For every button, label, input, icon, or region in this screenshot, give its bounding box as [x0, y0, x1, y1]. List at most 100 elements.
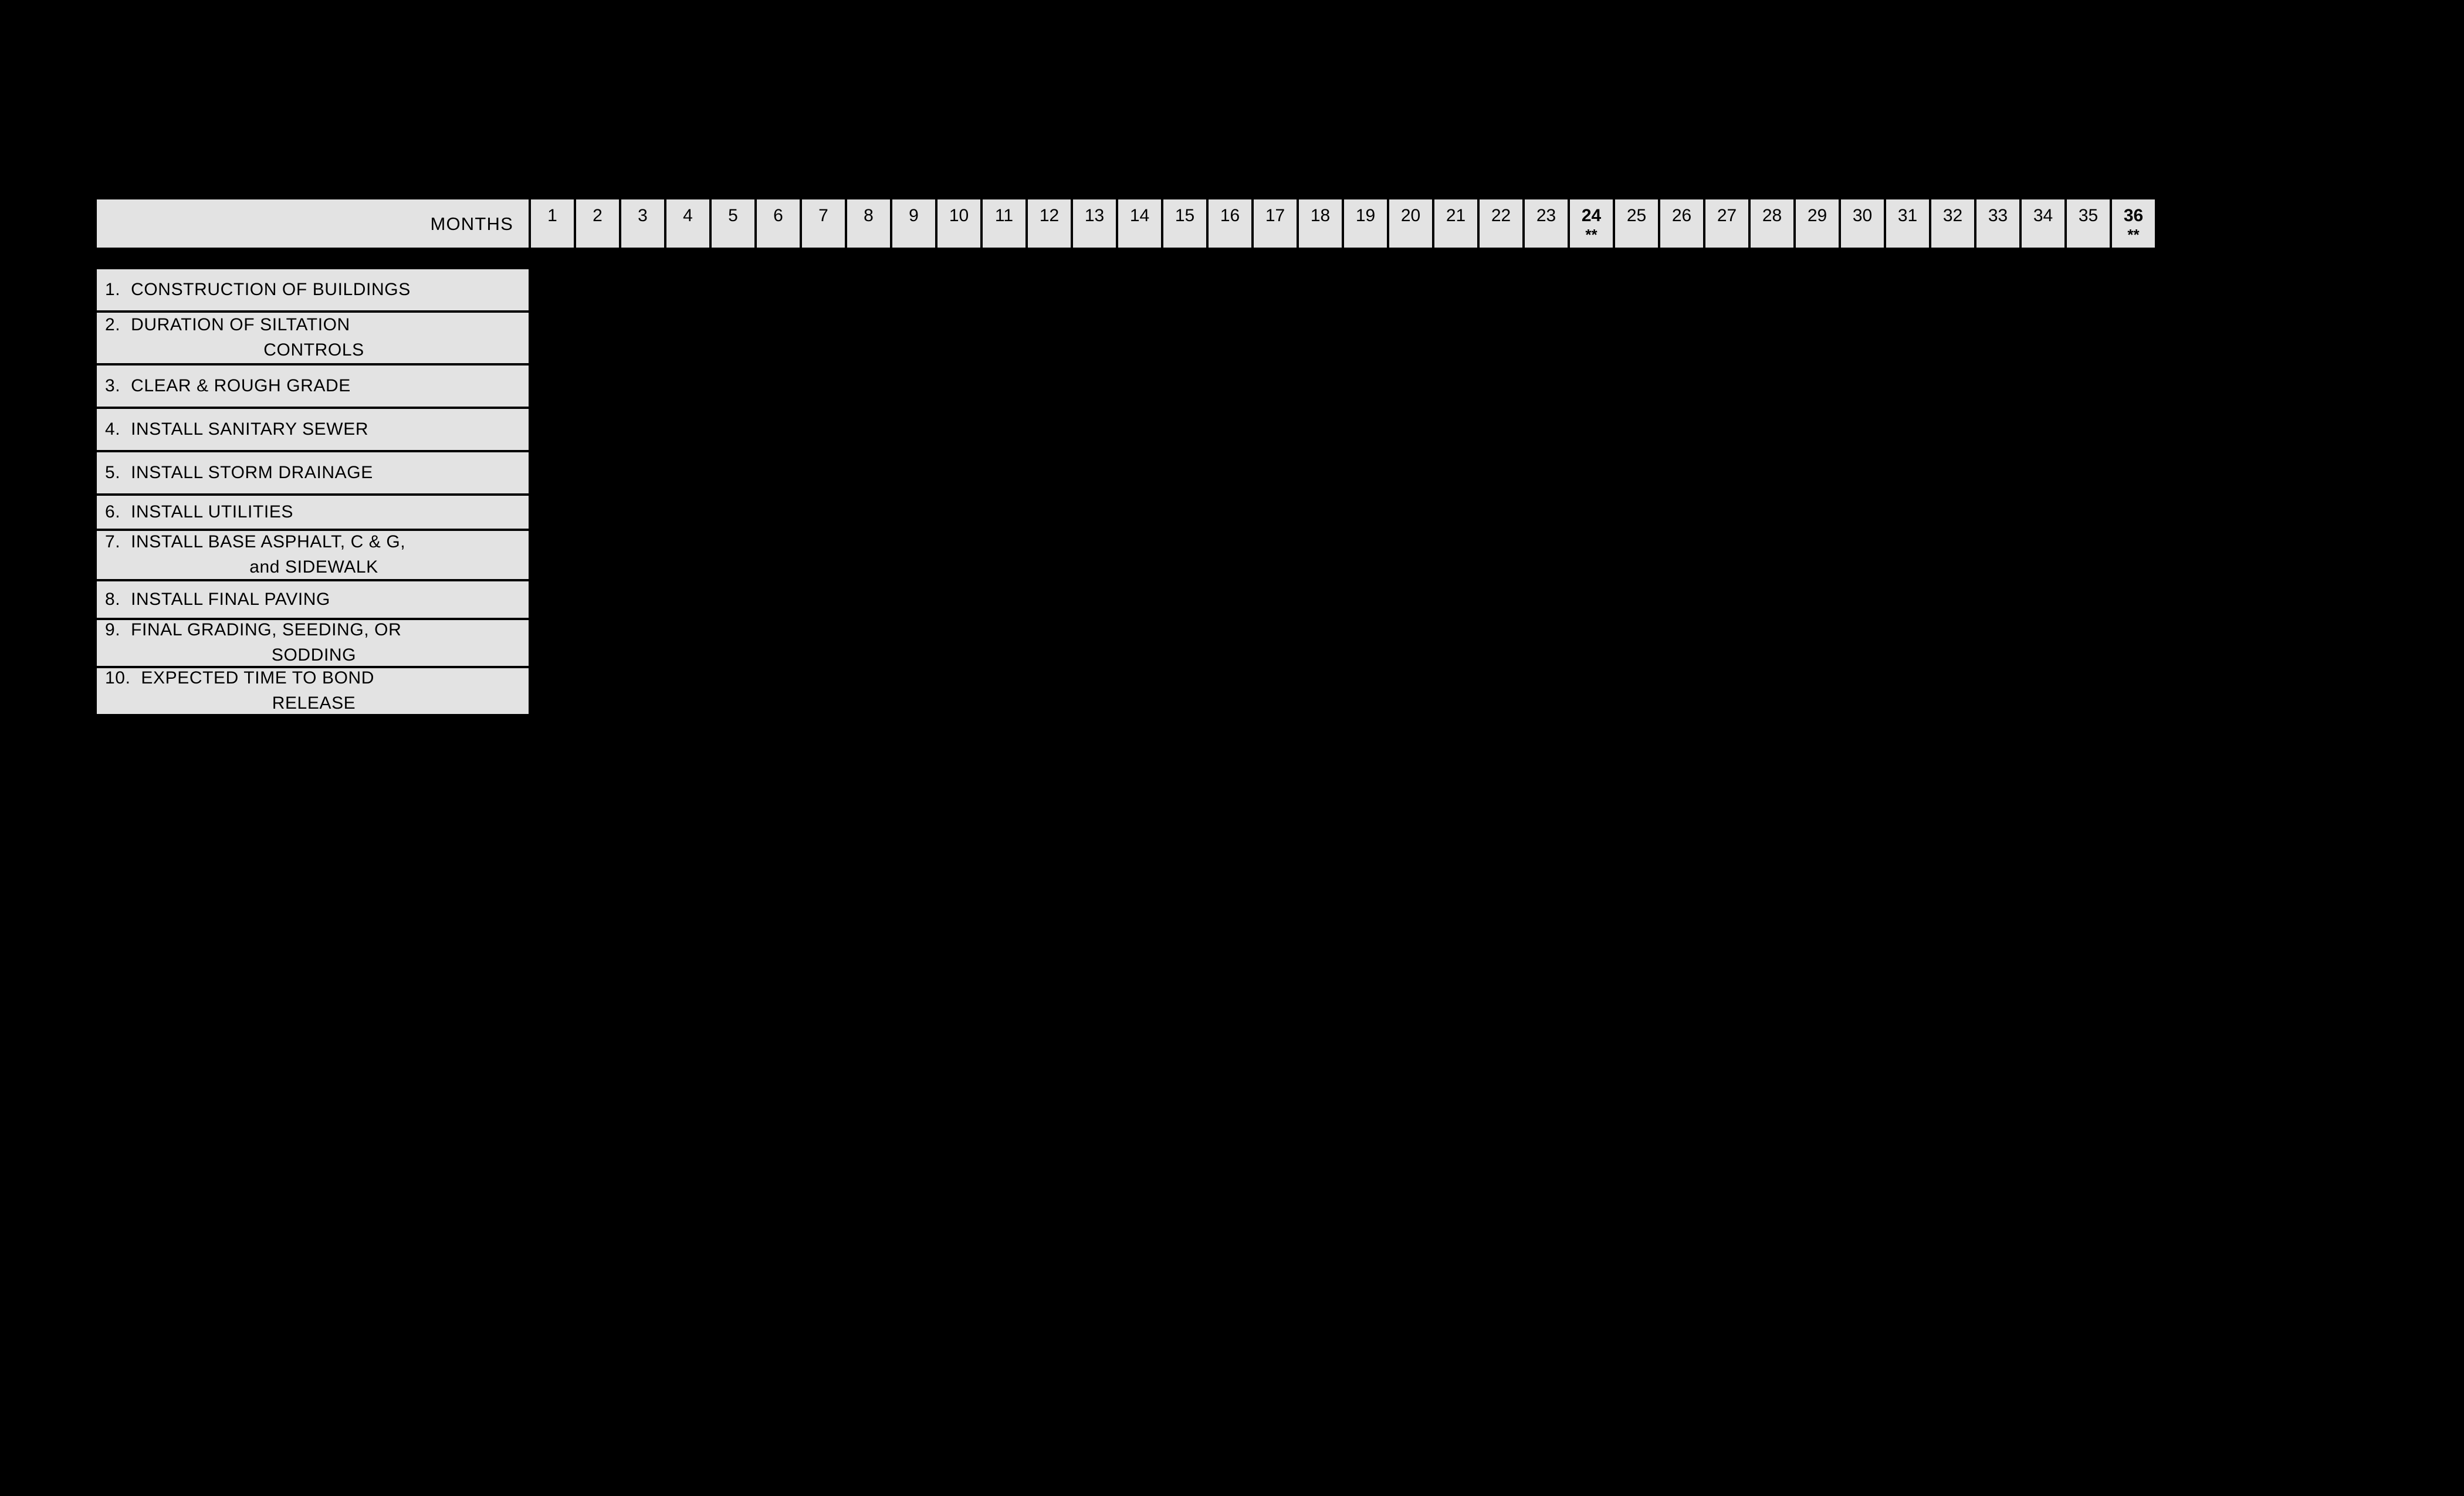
month-number: 36: [2123, 206, 2144, 225]
month-header-cell-22[interactable]: 22: [1477, 197, 1525, 250]
month-number: 9: [909, 206, 919, 225]
month-number: 4: [683, 206, 693, 225]
month-header-cell-34[interactable]: 34: [2019, 197, 2067, 250]
month-header-cell-9[interactable]: 9: [890, 197, 937, 250]
month-footnote-marker: **: [2127, 226, 2140, 243]
task-row[interactable]: 5. INSTALL STORM DRAINAGE: [94, 450, 531, 496]
task-label: 10. EXPECTED TIME TO BOND RELEASE: [97, 666, 529, 716]
months-header-row: MONTHS 1 2 3 4 5 6 7 8 9 10 11 12 13 14 15 16 17 18 19 20 21…: [94, 197, 2157, 250]
task-number: 10.: [105, 668, 131, 688]
month-number: 19: [1355, 206, 1376, 225]
month-number: 1: [547, 206, 557, 225]
month-header-cell-24[interactable]: 24 **: [1568, 197, 1615, 250]
month-header-cell-25[interactable]: 25: [1613, 197, 1660, 250]
schedule-sheet: MONTHS 1 2 3 4 5 6 7 8 9 10 11 12 13 14 15 16 17 18 19 20 21…: [0, 0, 2464, 1496]
task-row[interactable]: 6. INSTALL UTILITIES: [94, 493, 531, 531]
month-number: 11: [994, 206, 1014, 225]
task-text-line2: and SIDEWALK: [249, 557, 378, 577]
month-header-cell-3[interactable]: 3: [619, 197, 666, 250]
task-text-line1: FINAL GRADING, SEEDING, OR: [131, 620, 402, 640]
month-header-cell-36[interactable]: 36 **: [2110, 197, 2157, 250]
month-header-cell-4[interactable]: 4: [664, 197, 712, 250]
task-text-line1: INSTALL BASE ASPHALT, C & G,: [131, 532, 406, 552]
month-header-cell-8[interactable]: 8: [845, 197, 892, 250]
month-number: 28: [1762, 206, 1782, 225]
month-footnote-marker: **: [1585, 226, 1597, 243]
month-header-cell-18[interactable]: 18: [1297, 197, 1344, 250]
month-number: 16: [1220, 206, 1240, 225]
task-number: 8.: [105, 589, 121, 609]
month-number: 14: [1129, 206, 1150, 225]
task-label: 3. CLEAR & ROUGH GRADE: [97, 374, 529, 399]
month-number: 7: [818, 206, 828, 225]
task-row[interactable]: 2. DURATION OF SILTATION CONTROLS: [94, 310, 531, 365]
task-label-line1: 5. INSTALL STORM DRAINAGE: [105, 461, 523, 486]
task-label-line1: 2. DURATION OF SILTATION: [105, 313, 523, 338]
month-number: 21: [1446, 206, 1466, 225]
month-number: 33: [1988, 206, 2008, 225]
task-row[interactable]: 8. INSTALL FINAL PAVING: [94, 579, 531, 620]
month-header-cell-29[interactable]: 29: [1793, 197, 1841, 250]
task-number: 3.: [105, 375, 121, 395]
month-number: 8: [864, 206, 874, 225]
task-number: 9.: [105, 620, 121, 640]
month-header-cell-1[interactable]: 1: [529, 197, 576, 250]
month-header-cell-20[interactable]: 20: [1387, 197, 1434, 250]
month-header-cell-30[interactable]: 30: [1839, 197, 1886, 250]
task-text-line1: DURATION OF SILTATION: [131, 315, 350, 335]
month-header-cell-32[interactable]: 32: [1929, 197, 1976, 250]
month-header-cell-2[interactable]: 2: [574, 197, 621, 250]
month-header-cell-31[interactable]: 31: [1884, 197, 1931, 250]
month-header-cell-26[interactable]: 26: [1658, 197, 1705, 250]
month-header-cell-15[interactable]: 15: [1161, 197, 1209, 250]
month-header-cell-27[interactable]: 27: [1703, 197, 1751, 250]
month-header-cell-16[interactable]: 16: [1206, 197, 1254, 250]
month-header-cell-10[interactable]: 10: [935, 197, 983, 250]
task-number: 1.: [105, 279, 121, 299]
month-number: 26: [1671, 206, 1692, 225]
month-header-cell-21[interactable]: 21: [1432, 197, 1480, 250]
task-row[interactable]: 1. CONSTRUCTION OF BUILDINGS: [94, 267, 531, 313]
task-row[interactable]: 10. EXPECTED TIME TO BOND RELEASE: [94, 666, 531, 716]
task-text-line1: INSTALL FINAL PAVING: [131, 589, 330, 609]
month-number: 34: [2033, 206, 2053, 225]
month-header-cell-7[interactable]: 7: [800, 197, 847, 250]
month-header-cell-17[interactable]: 17: [1251, 197, 1299, 250]
task-row[interactable]: 4. INSTALL SANITARY SEWER: [94, 407, 531, 452]
month-header-cell-6[interactable]: 6: [754, 197, 802, 250]
month-header-cell-35[interactable]: 35: [2064, 197, 2112, 250]
task-number: 4.: [105, 419, 121, 439]
month-number: 18: [1310, 206, 1331, 225]
month-header-cell-28[interactable]: 28: [1748, 197, 1796, 250]
task-row[interactable]: 3. CLEAR & ROUGH GRADE: [94, 363, 531, 409]
task-label: 1. CONSTRUCTION OF BUILDINGS: [97, 277, 529, 303]
task-label-line1: 3. CLEAR & ROUGH GRADE: [105, 374, 523, 399]
task-text-line2: RELEASE: [272, 693, 356, 713]
month-number: 20: [1400, 206, 1421, 225]
month-header-cell-11[interactable]: 11: [980, 197, 1028, 250]
month-header-cell-13[interactable]: 13: [1071, 197, 1118, 250]
month-number: 29: [1807, 206, 1827, 225]
month-number: 17: [1265, 206, 1285, 225]
month-header-cell-14[interactable]: 14: [1116, 197, 1163, 250]
month-number: 3: [638, 206, 648, 225]
month-number: 5: [728, 206, 738, 225]
month-number: 10: [949, 206, 969, 225]
month-header-cell-19[interactable]: 19: [1342, 197, 1389, 250]
task-text-line1: CONSTRUCTION OF BUILDINGS: [131, 279, 411, 299]
task-row[interactable]: 7. INSTALL BASE ASPHALT, C & G, and SIDEW…: [94, 529, 531, 581]
month-header-cell-12[interactable]: 12: [1025, 197, 1073, 250]
month-header-cell-33[interactable]: 33: [1974, 197, 2022, 250]
task-text-line1: EXPECTED TIME TO BOND: [141, 668, 375, 688]
task-label: 6. INSTALL UTILITIES: [97, 500, 529, 525]
task-label: 2. DURATION OF SILTATION CONTROLS: [97, 313, 529, 363]
task-label: 9. FINAL GRADING, SEEDING, OR SODDING: [97, 618, 529, 668]
month-header-cell-23[interactable]: 23: [1522, 197, 1570, 250]
month-header-cell-5[interactable]: 5: [709, 197, 757, 250]
task-label-line1: 7. INSTALL BASE ASPHALT, C & G,: [105, 530, 523, 555]
month-number: 13: [1084, 206, 1105, 225]
month-number: 30: [1852, 206, 1873, 225]
task-row[interactable]: 9. FINAL GRADING, SEEDING, OR SODDING: [94, 618, 531, 668]
month-number: 6: [773, 206, 783, 225]
task-label-line1: 4. INSTALL SANITARY SEWER: [105, 417, 523, 442]
